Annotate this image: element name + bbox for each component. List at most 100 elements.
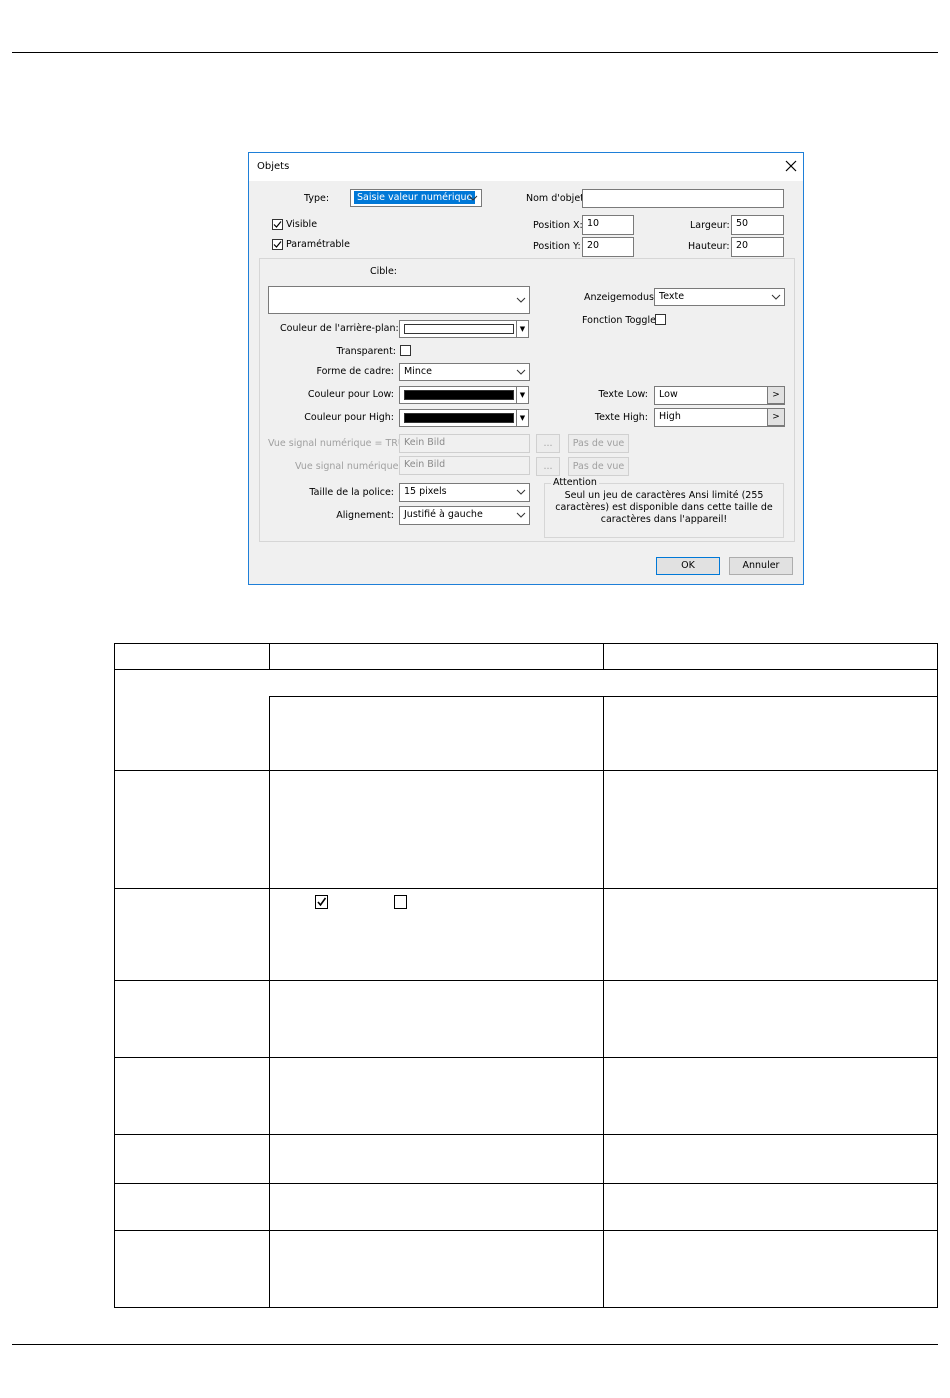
bg-color-label: Couleur de l'arrière-plan: [280, 323, 399, 334]
color-low-picker[interactable]: ▼ [399, 386, 529, 404]
parametrable-checkbox[interactable] [272, 239, 283, 250]
dropdown-arrow-icon: ▼ [516, 387, 528, 403]
text-high-input[interactable]: High > [654, 408, 785, 427]
color-low-swatch [404, 390, 514, 400]
transparent-checkbox[interactable] [400, 345, 411, 356]
visible-checkbox[interactable] [272, 219, 283, 230]
alignment-select[interactable]: Justifié à gauche [399, 506, 530, 525]
attention-text: Seul un jeu de caractères Ansi limité (2… [555, 490, 773, 525]
color-high-picker[interactable]: ▼ [399, 409, 529, 427]
bg-color-swatch [404, 324, 514, 334]
table-column-divider [269, 696, 270, 1308]
toggle-checkbox[interactable] [655, 314, 666, 325]
table-border-right [937, 643, 938, 1308]
table-column-divider [603, 643, 604, 670]
attention-title: Attention [551, 477, 599, 488]
table-row-divider [114, 1057, 938, 1058]
table-row-divider [114, 1230, 938, 1231]
height-label: Hauteur: [688, 241, 730, 252]
chevron-down-icon [516, 297, 526, 303]
table-border-left [114, 643, 115, 1308]
table-column-divider [269, 643, 270, 670]
target-select[interactable] [268, 286, 530, 314]
title-bar: Objets [249, 153, 803, 181]
view-true-browse-button[interactable]: ... [536, 434, 560, 453]
position-y-label: Position Y: [533, 241, 581, 252]
color-low-label: Couleur pour Low: [307, 389, 394, 400]
text-low-input[interactable]: Low > [654, 386, 785, 405]
dialog-title: Objets [257, 161, 290, 172]
name-label: Nom d'objet: [526, 193, 588, 204]
text-low-value: Low [659, 389, 678, 400]
frame-select[interactable]: Mince [399, 363, 530, 381]
table-border-bottom [114, 1307, 938, 1308]
table-column-divider [603, 696, 604, 1308]
view-true-input: Kein Bild [399, 434, 530, 453]
display-mode-value: Texte [659, 291, 685, 302]
font-size-value: 15 pixels [404, 486, 447, 497]
frame-label: Forme de cadre: [316, 366, 394, 377]
table-row-divider [114, 888, 938, 889]
checkbox-checked-icon [315, 895, 328, 909]
close-button[interactable] [780, 155, 802, 177]
view-true-label: Vue signal numérique = TRUE [268, 438, 411, 449]
display-mode-label: Anzeigemodus: [584, 292, 658, 303]
object-name-input[interactable] [582, 189, 784, 208]
text-high-label: Texte High: [594, 412, 648, 423]
font-size-label: Taille de la police: [309, 487, 394, 498]
target-label: Cible: [370, 266, 397, 277]
bg-color-picker[interactable]: ▼ [399, 320, 529, 338]
text-low-label: Texte Low: [598, 389, 648, 400]
chevron-down-icon [771, 294, 781, 300]
view-true-no-view-button[interactable]: Pas de vue [568, 434, 629, 453]
type-label: Type: [304, 193, 330, 204]
chevron-down-icon [516, 489, 526, 495]
checkbox-checked-icon [273, 221, 282, 228]
close-icon [785, 160, 797, 172]
toggle-label: Fonction Toggle: [582, 315, 660, 326]
table-row-divider [114, 980, 938, 981]
position-x-label: Position X: [533, 220, 583, 231]
width-input[interactable]: 50 [731, 215, 784, 235]
display-mode-select[interactable]: Texte [654, 288, 785, 306]
view-false-no-view-button[interactable]: Pas de vue [568, 457, 629, 476]
alignment-value: Justifié à gauche [404, 509, 483, 520]
frame-value: Mince [404, 366, 432, 377]
height-input[interactable]: 20 [731, 237, 784, 257]
checkbox-checked-icon [273, 241, 282, 248]
table-row-divider [114, 770, 938, 771]
visible-label: Visible [286, 219, 318, 230]
width-label: Largeur: [690, 220, 730, 231]
table-border-top [114, 643, 938, 644]
chevron-down-icon [468, 195, 478, 201]
chevron-down-icon [516, 369, 526, 375]
cancel-button[interactable]: Annuler [729, 557, 793, 575]
color-high-swatch [404, 413, 514, 423]
font-size-select[interactable]: 15 pixels [399, 483, 530, 502]
position-x-input[interactable]: 10 [582, 215, 634, 235]
color-high-label: Couleur pour High: [304, 412, 394, 423]
alignment-label: Alignement: [336, 510, 394, 521]
table-header-divider [114, 669, 938, 670]
view-false-input: Kein Bild [399, 456, 530, 475]
footer-rule [12, 1344, 938, 1345]
ok-button[interactable]: OK [656, 557, 720, 575]
parametrable-label: Paramétrable [286, 239, 350, 250]
chevron-down-icon [516, 512, 526, 518]
view-false-label: Vue signal numérique = [295, 461, 410, 472]
header-rule [12, 52, 938, 53]
table-row-divider [114, 1134, 938, 1135]
transparent-label: Transparent: [336, 346, 396, 357]
dropdown-arrow-icon: ▼ [516, 321, 528, 337]
text-high-picker-button[interactable]: > [767, 408, 785, 426]
attention-box: Attention Seul un jeu de caractères Ansi… [544, 477, 784, 538]
view-false-browse-button[interactable]: ... [536, 457, 560, 476]
type-select[interactable]: Saisie valeur numérique [350, 189, 482, 207]
type-selected-value: Saisie valeur numérique [354, 191, 476, 204]
checkbox-unchecked-icon [394, 895, 407, 909]
table-row-divider [114, 1183, 938, 1184]
dropdown-arrow-icon: ▼ [516, 410, 528, 426]
text-low-picker-button[interactable]: > [767, 386, 785, 404]
position-y-input[interactable]: 20 [582, 237, 634, 257]
text-high-value: High [659, 411, 681, 422]
